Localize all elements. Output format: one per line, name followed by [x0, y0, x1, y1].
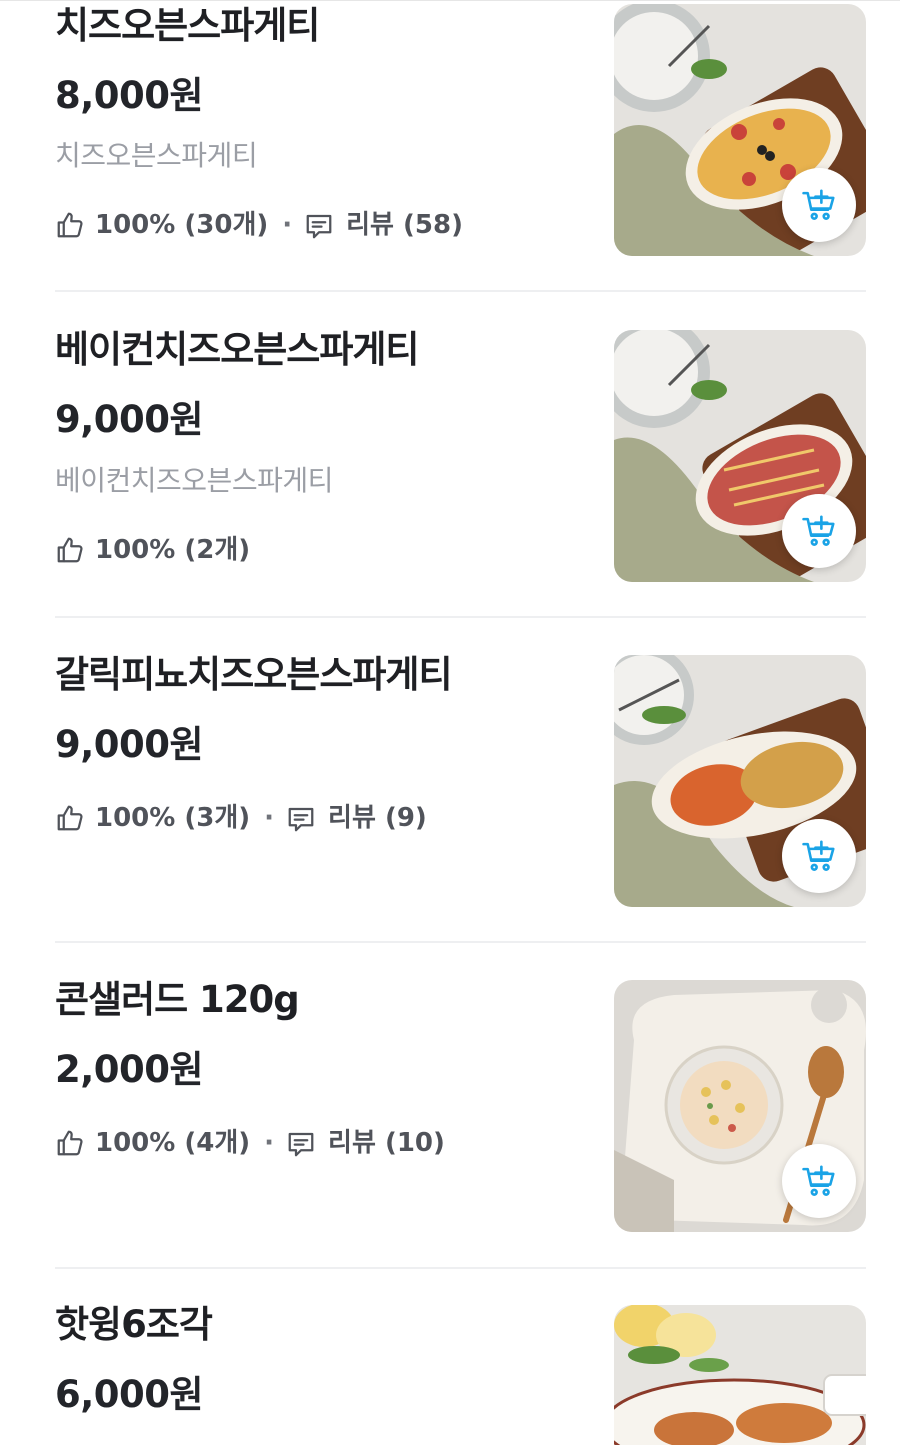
- menu-item[interactable]: 치즈오븐스파게티 8,000원 치즈오븐스파게티 100% (30개) · 리뷰…: [55, 0, 866, 290]
- item-price: 8,000원: [55, 74, 204, 117]
- item-name: 치즈오븐스파게티: [55, 4, 320, 47]
- menu-item[interactable]: 핫윙6조각 6,000원: [55, 1303, 866, 1445]
- item-image[interactable]: [614, 1305, 866, 1445]
- menu-item[interactable]: 콘샐러드 120g 2,000원 100% (4개) · 리뷰 (10): [55, 978, 866, 1265]
- item-meta: 100% (2개): [55, 535, 250, 565]
- item-price: 9,000원: [55, 723, 204, 766]
- add-to-cart-icon: [802, 189, 835, 220]
- item-description: 베이컨치즈오븐스파게티: [55, 464, 333, 497]
- item-image[interactable]: [614, 980, 866, 1232]
- item-divider: [55, 941, 866, 943]
- add-to-cart-button[interactable]: [782, 819, 856, 893]
- add-to-cart-icon: [802, 1165, 835, 1196]
- review-icon: [286, 803, 316, 833]
- meta-separator: ·: [282, 210, 293, 240]
- review-icon: [286, 1128, 316, 1158]
- like-rating: 100% (30개): [95, 210, 269, 240]
- thumbs-up-icon: [55, 535, 85, 565]
- add-to-cart-button[interactable]: [782, 1144, 856, 1218]
- item-meta: 100% (3개) · 리뷰 (9): [55, 803, 427, 833]
- review-count[interactable]: 리뷰 (58): [346, 212, 463, 238]
- item-image[interactable]: [614, 4, 866, 256]
- menu-item[interactable]: 갈릭피뇨치즈오븐스파게티 9,000원 100% (3개) · 리뷰 (9): [55, 653, 866, 940]
- add-to-cart-button[interactable]: [782, 494, 856, 568]
- review-icon: [304, 210, 334, 240]
- hot-wings-photo: [614, 1305, 866, 1445]
- item-name: 핫윙6조각: [55, 1303, 213, 1346]
- item-image[interactable]: [614, 330, 866, 582]
- item-meta: 100% (4개) · 리뷰 (10): [55, 1128, 445, 1158]
- item-name: 콘샐러드 120g: [55, 978, 300, 1021]
- review-count[interactable]: 리뷰 (10): [328, 1130, 445, 1156]
- menu-item[interactable]: 베이컨치즈오븐스파게티 9,000원 베이컨치즈오븐스파게티 100% (2개): [55, 328, 866, 615]
- thumbs-up-icon: [55, 210, 85, 240]
- like-rating: 100% (2개): [95, 535, 251, 565]
- item-divider: [55, 616, 866, 618]
- item-divider: [55, 1267, 866, 1269]
- item-price: 6,000원: [55, 1373, 204, 1416]
- item-meta: 100% (30개) · 리뷰 (58): [55, 210, 463, 240]
- meta-separator: ·: [264, 1128, 275, 1158]
- item-divider: [55, 290, 866, 292]
- like-rating: 100% (3개): [95, 803, 251, 833]
- item-price: 2,000원: [55, 1048, 204, 1091]
- menu-list: 치즈오븐스파게티 8,000원 치즈오븐스파게티 100% (30개) · 리뷰…: [0, 0, 900, 1445]
- thumbs-up-icon: [55, 803, 85, 833]
- item-name: 갈릭피뇨치즈오븐스파게티: [55, 653, 452, 696]
- review-count[interactable]: 리뷰 (9): [328, 805, 427, 831]
- item-image[interactable]: [614, 655, 866, 907]
- add-to-cart-button[interactable]: [782, 168, 856, 242]
- item-description: 치즈오븐스파게티: [55, 139, 258, 172]
- item-price: 9,000원: [55, 398, 204, 441]
- meta-separator: ·: [264, 803, 275, 833]
- thumbs-up-icon: [55, 1128, 85, 1158]
- add-to-cart-icon: [802, 840, 835, 871]
- like-rating: 100% (4개): [95, 1128, 251, 1158]
- add-to-cart-icon: [802, 515, 835, 546]
- item-name: 베이컨치즈오븐스파게티: [55, 328, 419, 371]
